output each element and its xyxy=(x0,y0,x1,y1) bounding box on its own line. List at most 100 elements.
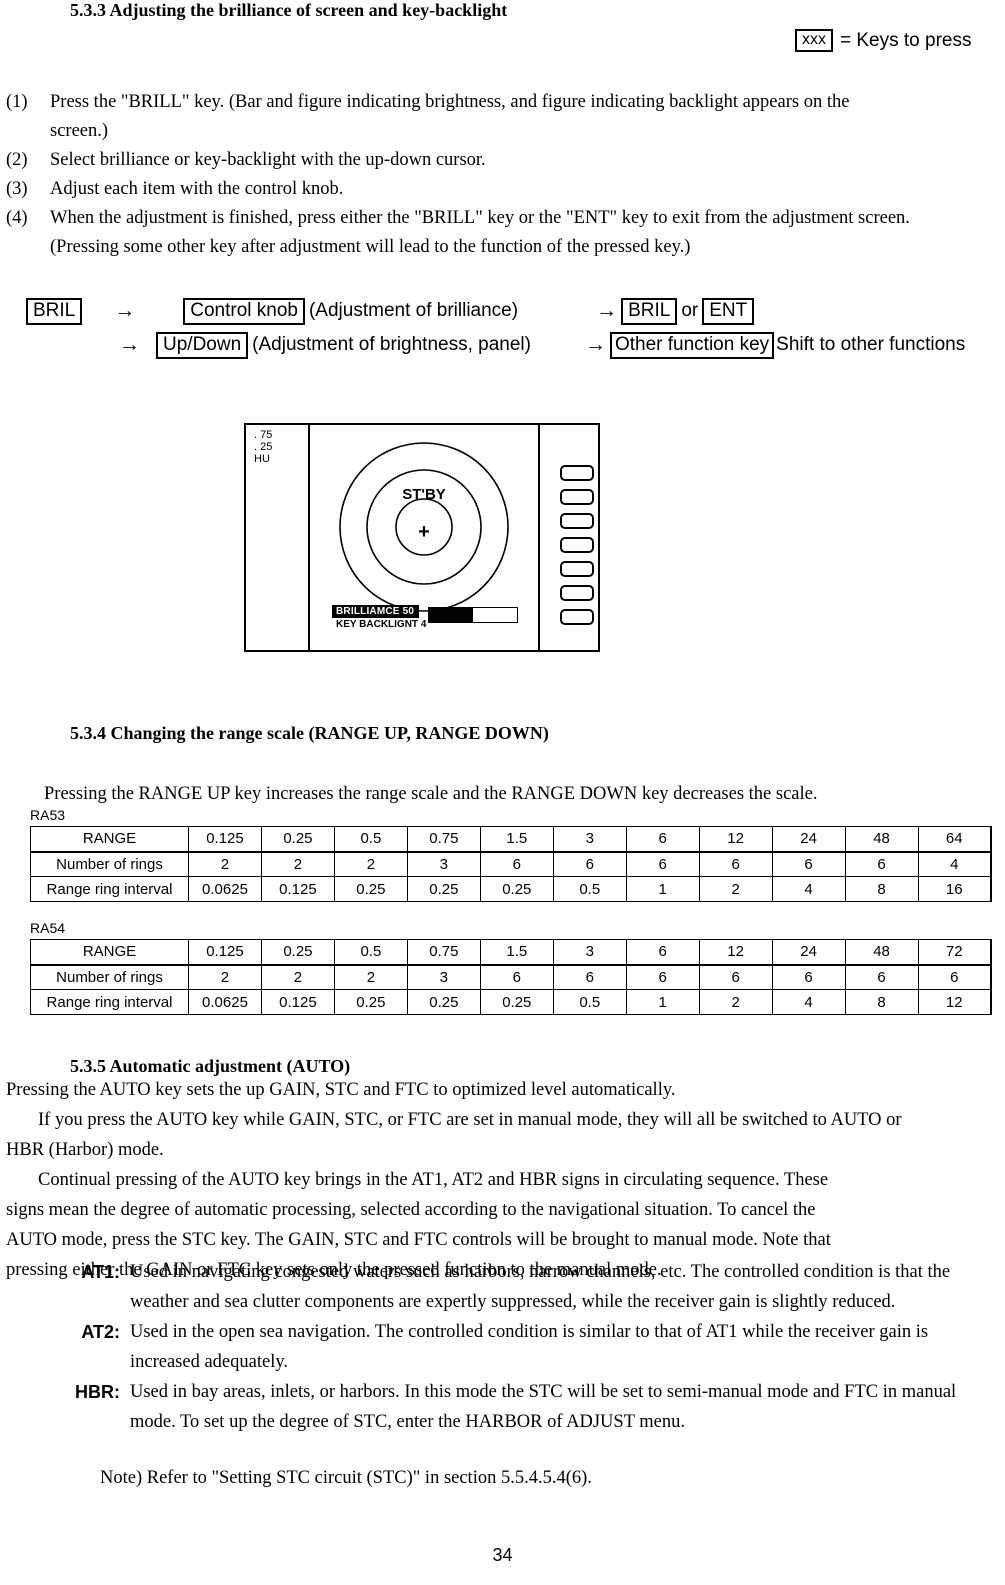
para-auto-3c: AUTO mode, press the STC key. The GAIN, … xyxy=(6,1230,831,1250)
definition-term-at2: AT2: xyxy=(81,1322,120,1342)
key-bril-exit[interactable]: BRIL xyxy=(621,297,678,325)
table-cell: 6 xyxy=(625,851,700,877)
step-text-line1: Adjust each item with the control knob. xyxy=(50,179,344,199)
softkey-button[interactable] xyxy=(560,465,594,481)
table-cell: 6 xyxy=(771,964,846,990)
table-cell: 3 xyxy=(552,939,627,966)
section-535-body: Pressing the AUTO key sets the up GAIN, … xyxy=(6,1075,998,1285)
table-cell: 12 xyxy=(698,826,773,853)
step-number: (3) xyxy=(6,179,28,199)
table-cell: 6 xyxy=(625,939,700,966)
table-cell: 0.25 xyxy=(479,876,554,902)
range-table-ra53: RANGE 0.125 0.25 0.5 0.75 1.5 3 6 12 24 48 64 Number… xyxy=(30,826,992,902)
softkey-button[interactable] xyxy=(560,585,594,601)
table-cell: 0.25 xyxy=(406,989,481,1015)
softkey-button[interactable] xyxy=(560,537,594,553)
radar-softkey-column[interactable] xyxy=(556,425,600,650)
key-other-function[interactable]: Other function key xyxy=(609,331,775,359)
table-row: Range ring interval 0.0625 0.125 0.25 0.25 0.… xyxy=(30,876,992,902)
list-item: (2) Select brilliance or key-backlight w… xyxy=(6,146,998,175)
stc-reference-note: Note) Refer to "Setting STC circuit (STC… xyxy=(100,1468,592,1488)
softkey-button[interactable] xyxy=(560,561,594,577)
para-auto-2b: HBR (Harbor) mode. xyxy=(6,1140,164,1160)
key-ent-exit[interactable]: ENT xyxy=(702,297,755,325)
table-cell: 6 xyxy=(625,964,700,990)
table-cell: 0.25 xyxy=(333,876,408,902)
radar-display-figure: . 75 . 25 HU ST'BY + BRILLIAMCE 50 KEY B… xyxy=(244,423,600,652)
table-cell: 2 xyxy=(260,964,335,990)
step-text-line1: When the adjustment is finished, press e… xyxy=(50,208,910,228)
table-cell: 0.125 xyxy=(260,989,335,1015)
list-item: (3) Adjust each item with the control kn… xyxy=(6,175,998,204)
table-cell: 3 xyxy=(406,851,481,877)
step-number: (2) xyxy=(6,150,28,170)
list-item: AT2: Used in the open sea navigation. Th… xyxy=(0,1317,1000,1377)
table-cell: 12 xyxy=(917,989,992,1015)
radar-corner-labels: . 75 . 25 HU xyxy=(254,429,272,465)
para-auto-3b: signs mean the degree of automatic proce… xyxy=(6,1200,816,1220)
table-cell: 24 xyxy=(771,939,846,966)
step-text-line2: screen.) xyxy=(50,121,109,141)
table-cell: 6 xyxy=(844,964,919,990)
table-label-ra53: RA53 xyxy=(30,807,66,823)
table-cell: 1.5 xyxy=(479,826,554,853)
radar-right-divider xyxy=(538,425,540,650)
table-cell: 2 xyxy=(698,989,773,1015)
legend-key-sample: xxx xyxy=(795,29,833,53)
para-auto-2a: If you press the AUTO key while GAIN, ST… xyxy=(38,1110,902,1130)
radar-label-heading-mode: HU xyxy=(254,453,270,465)
table-cell: 0.0625 xyxy=(188,989,262,1015)
table-cell: 2 xyxy=(333,964,408,990)
table-cell: 8 xyxy=(844,989,919,1015)
table-cell: 1 xyxy=(625,876,700,902)
step-text: Adjust each item with the control knob. xyxy=(50,175,998,204)
softkey-button[interactable] xyxy=(560,609,594,625)
definition-term-hbr: HBR: xyxy=(75,1382,120,1402)
table-cell: 2 xyxy=(188,851,262,877)
range-table-ra54: RANGE 0.125 0.25 0.5 0.75 1.5 3 6 12 24 48 72 Number… xyxy=(30,939,992,1015)
table-cell: 2 xyxy=(698,876,773,902)
radar-label-ring-interval: . 25 xyxy=(254,441,273,453)
table-cell: 4 xyxy=(917,851,992,877)
radar-center-crosshair-icon: + xyxy=(418,521,430,543)
table-cell: 0.75 xyxy=(406,939,481,966)
page-number: 34 xyxy=(492,1545,513,1565)
note-shift-other-functions: Shift to other functions xyxy=(776,334,966,355)
conjunction-or: or xyxy=(681,300,699,321)
key-control-knob[interactable]: Control knob xyxy=(183,297,305,325)
key-bril-start[interactable]: BRIL xyxy=(26,297,83,325)
step-text: Press the "BRILL" key. (Bar and figure i… xyxy=(50,88,998,146)
table-cell: 6 xyxy=(771,851,846,877)
table-cell: 6 xyxy=(698,851,773,877)
table-cell: 2 xyxy=(333,851,408,877)
table-cell: 6 xyxy=(917,964,992,990)
step-number: (4) xyxy=(6,208,28,228)
table-cell: 6 xyxy=(698,964,773,990)
section-534-intro: Pressing the RANGE UP key increases the … xyxy=(44,784,818,804)
table-label-ra54: RA54 xyxy=(30,920,66,936)
table-cell: 0.0625 xyxy=(188,876,262,902)
table-row: RANGE 0.125 0.25 0.5 0.75 1.5 3 6 12 24 48 64 xyxy=(30,826,992,853)
radar-ppi-scope: ST'BY + BRILLIAMCE 50 KEY BACKLIGNT 4 xyxy=(310,425,538,650)
keys-legend: xxx = Keys to press xyxy=(795,29,972,53)
softkey-button[interactable] xyxy=(560,513,594,529)
table-cell: 48 xyxy=(844,939,919,966)
definition-desc-at2: Used in the open sea navigation. The con… xyxy=(130,1322,929,1372)
key-sequence-row-1: BRIL → Control knob (Adjustment of brill… xyxy=(0,294,1005,328)
step-number: (1) xyxy=(6,92,28,112)
definition-desc-at1: Used in navigating congested waters such… xyxy=(130,1262,951,1312)
table-cell: 2 xyxy=(260,851,335,877)
list-item: HBR: Used in bay areas, inlets, or harbo… xyxy=(0,1377,1000,1437)
row-header: Number of rings xyxy=(30,851,189,877)
step-text: Select brilliance or key-backlight with … xyxy=(50,146,998,175)
table-cell: 0.25 xyxy=(260,826,335,853)
list-item: (1) Press the "BRILL" key. (Bar and figu… xyxy=(6,88,998,146)
softkey-button[interactable] xyxy=(560,489,594,505)
table-cell: 0.5 xyxy=(333,939,408,966)
osd-brilliance-value: BRILLIAMCE 50 xyxy=(332,605,420,618)
brilliance-bar-gauge[interactable] xyxy=(428,607,518,623)
arrow-right-icon: → xyxy=(584,333,606,356)
table-cell: 24 xyxy=(771,826,846,853)
legend-label: = Keys to press xyxy=(840,29,972,51)
key-up-down[interactable]: Up/Down xyxy=(156,331,249,359)
